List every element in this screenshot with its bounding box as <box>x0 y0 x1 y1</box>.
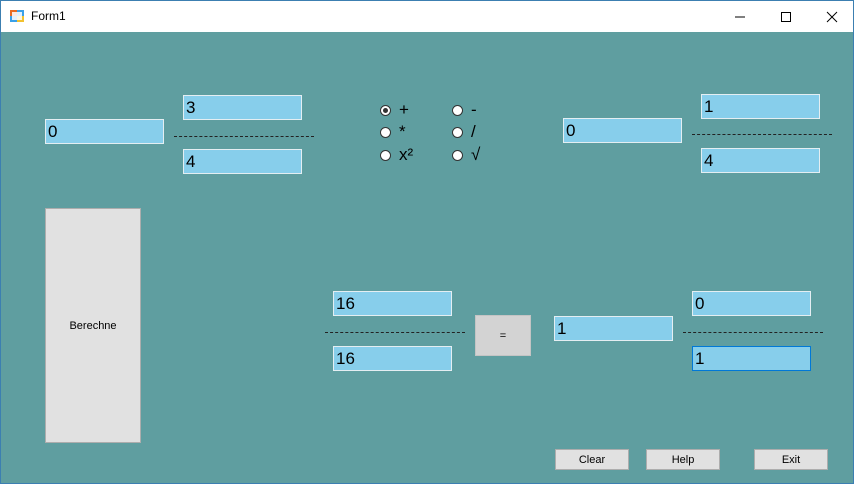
maximize-icon <box>781 12 791 22</box>
radio-circle <box>452 149 463 161</box>
operator-multiply-label: * <box>399 122 406 141</box>
result-simplified-denominator-input[interactable] <box>692 346 811 371</box>
fraction2-numerator-input[interactable] <box>701 94 820 119</box>
result-bar <box>683 332 823 334</box>
operator-square-label: x² <box>399 145 414 164</box>
minimize-icon <box>735 16 745 18</box>
help-button[interactable]: Help <box>646 449 720 470</box>
equals-button[interactable]: = <box>475 315 531 356</box>
clear-button[interactable]: Clear <box>555 449 629 470</box>
result-whole-input[interactable] <box>554 316 673 341</box>
fraction1-bar <box>174 136 314 138</box>
app-icon <box>10 9 24 23</box>
fraction2-denominator-input[interactable] <box>701 148 820 173</box>
operator-multiply-radio[interactable]: * <box>380 122 406 141</box>
operator-divide-label: / <box>471 122 476 141</box>
fraction1-numerator-input[interactable] <box>183 95 302 120</box>
fraction1-whole-input[interactable] <box>45 119 164 144</box>
exit-button[interactable]: Exit <box>754 449 828 470</box>
radio-circle <box>452 104 463 116</box>
title-bar: Form1 <box>1 1 853 32</box>
app-window: Form1 + - * / x² √ <box>0 0 854 484</box>
fraction2-bar <box>692 134 832 136</box>
operator-minus-radio[interactable]: - <box>452 100 477 119</box>
fraction2-whole-input[interactable] <box>563 118 682 143</box>
radio-circle <box>380 149 391 161</box>
close-icon <box>826 11 838 23</box>
radio-circle <box>452 126 463 138</box>
operator-square-radio[interactable]: x² <box>380 145 414 164</box>
result-input-bar <box>325 332 465 334</box>
operator-minus-label: - <box>471 100 477 119</box>
minimize-button[interactable] <box>717 1 763 32</box>
result-denominator-input[interactable] <box>333 346 452 371</box>
window-title: Form1 <box>31 9 66 23</box>
operator-plus-radio[interactable]: + <box>380 100 409 119</box>
operator-divide-radio[interactable]: / <box>452 122 476 141</box>
operator-sqrt-radio[interactable]: √ <box>452 145 481 164</box>
radio-circle <box>380 104 391 116</box>
calculate-button[interactable]: Berechne <box>45 208 141 443</box>
result-simplified-numerator-input[interactable] <box>692 291 811 316</box>
operator-plus-label: + <box>399 100 409 119</box>
result-numerator-input[interactable] <box>333 291 452 316</box>
close-button[interactable] <box>809 1 853 32</box>
radio-circle <box>380 126 391 138</box>
fraction1-denominator-input[interactable] <box>183 149 302 174</box>
operator-sqrt-label: √ <box>471 145 481 164</box>
maximize-button[interactable] <box>763 1 809 32</box>
